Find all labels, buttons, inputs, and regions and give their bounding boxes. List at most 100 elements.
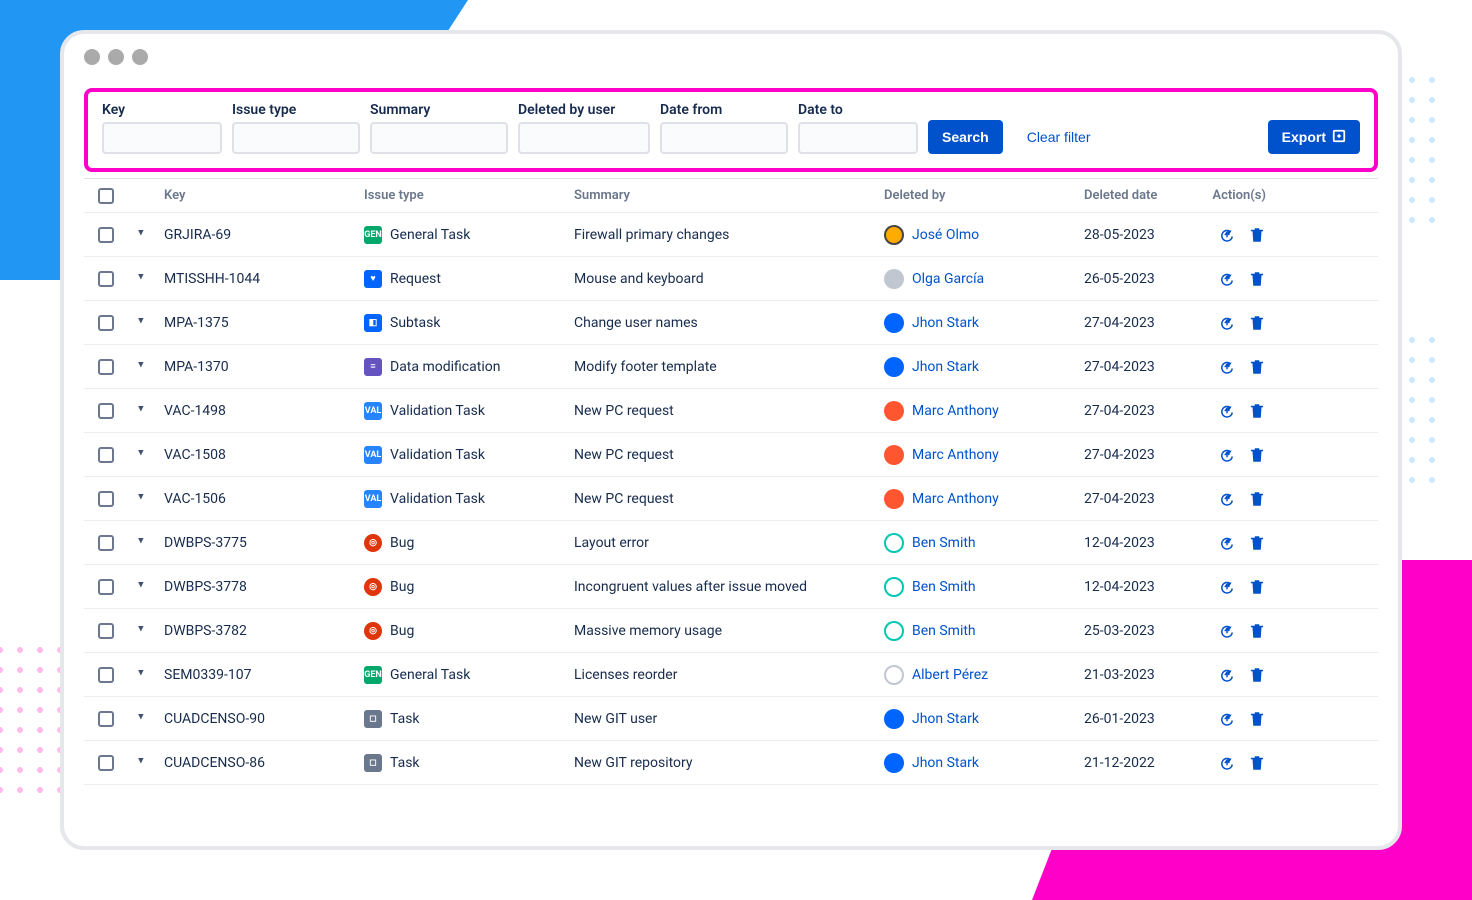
search-button[interactable]: Search — [928, 120, 1003, 154]
restore-icon[interactable] — [1218, 622, 1236, 640]
filter-datefrom-input[interactable] — [660, 122, 788, 154]
restore-icon[interactable] — [1218, 314, 1236, 332]
cell-summary: New GIT user — [574, 711, 884, 727]
export-button[interactable]: Export — [1268, 120, 1360, 154]
user-link[interactable]: Jhon Stark — [912, 315, 979, 331]
row-checkbox[interactable] — [98, 755, 114, 771]
expand-icon[interactable] — [140, 582, 150, 592]
avatar — [884, 665, 904, 685]
user-link[interactable]: Ben Smith — [912, 623, 976, 639]
close-icon[interactable] — [84, 49, 100, 65]
row-checkbox[interactable] — [98, 711, 114, 727]
trash-icon[interactable] — [1248, 226, 1266, 244]
cell-deleted-date: 12-04-2023 — [1084, 579, 1194, 595]
trash-icon[interactable] — [1248, 622, 1266, 640]
cell-deleted-by: José Olmo — [884, 225, 1084, 245]
table-row: VAC-1508 VAL Validation Task New PC requ… — [84, 433, 1378, 477]
expand-icon[interactable] — [140, 538, 150, 548]
user-link[interactable]: Ben Smith — [912, 535, 976, 551]
user-link[interactable]: Olga García — [912, 271, 984, 287]
row-checkbox[interactable] — [98, 271, 114, 287]
restore-icon[interactable] — [1218, 754, 1236, 772]
restore-icon[interactable] — [1218, 226, 1236, 244]
filter-key-input[interactable] — [102, 122, 222, 154]
trash-icon[interactable] — [1248, 578, 1266, 596]
cell-summary: Incongruent values after issue moved — [574, 579, 884, 595]
filter-deletedby-input[interactable] — [518, 122, 650, 154]
trash-icon[interactable] — [1248, 314, 1266, 332]
restore-icon[interactable] — [1218, 710, 1236, 728]
restore-icon[interactable] — [1218, 578, 1236, 596]
issuetype-icon: ≡ — [364, 358, 382, 376]
trash-icon[interactable] — [1248, 358, 1266, 376]
restore-icon[interactable] — [1218, 534, 1236, 552]
row-checkbox[interactable] — [98, 667, 114, 683]
select-all-checkbox[interactable] — [98, 188, 114, 204]
issuetype-label: Bug — [390, 579, 414, 595]
cell-summary: New PC request — [574, 447, 884, 463]
expand-icon[interactable] — [140, 670, 150, 680]
restore-icon[interactable] — [1218, 490, 1236, 508]
user-link[interactable]: Jhon Stark — [912, 359, 979, 375]
browser-titlebar — [64, 34, 1398, 80]
user-link[interactable]: Jhon Stark — [912, 711, 979, 727]
restore-icon[interactable] — [1218, 358, 1236, 376]
trash-icon[interactable] — [1248, 710, 1266, 728]
expand-icon[interactable] — [140, 758, 150, 768]
row-checkbox[interactable] — [98, 359, 114, 375]
expand-icon[interactable] — [140, 494, 150, 504]
restore-icon[interactable] — [1218, 270, 1236, 288]
user-link[interactable]: José Olmo — [912, 227, 979, 243]
user-link[interactable]: Jhon Stark — [912, 755, 979, 771]
user-link[interactable]: Albert Pérez — [912, 667, 988, 683]
expand-icon[interactable] — [140, 274, 150, 284]
row-checkbox[interactable] — [98, 579, 114, 595]
row-checkbox[interactable] — [98, 623, 114, 639]
cell-issuetype: ◻ Task — [364, 754, 574, 772]
filter-summary-input[interactable] — [370, 122, 508, 154]
avatar — [884, 269, 904, 289]
trash-icon[interactable] — [1248, 490, 1266, 508]
clear-filter-label: Clear filter — [1027, 129, 1091, 145]
cell-issuetype: ◎ Bug — [364, 578, 574, 596]
user-link[interactable]: Ben Smith — [912, 579, 976, 595]
clear-filter-button[interactable]: Clear filter — [1013, 120, 1105, 154]
row-checkbox[interactable] — [98, 315, 114, 331]
user-link[interactable]: Marc Anthony — [912, 403, 999, 419]
row-checkbox[interactable] — [98, 403, 114, 419]
row-checkbox[interactable] — [98, 447, 114, 463]
expand-icon[interactable] — [140, 362, 150, 372]
cell-summary: New PC request — [574, 403, 884, 419]
cell-issuetype: ♥ Request — [364, 270, 574, 288]
expand-icon[interactable] — [140, 626, 150, 636]
minimize-icon[interactable] — [108, 49, 124, 65]
row-checkbox[interactable] — [98, 227, 114, 243]
trash-icon[interactable] — [1248, 534, 1266, 552]
cell-deleted-date: 25-03-2023 — [1084, 623, 1194, 639]
expand-icon[interactable] — [140, 406, 150, 416]
user-link[interactable]: Marc Anthony — [912, 491, 999, 507]
restore-icon[interactable] — [1218, 666, 1236, 684]
filter-dateto-input[interactable] — [798, 122, 918, 154]
row-checkbox[interactable] — [98, 491, 114, 507]
filter-issuetype-input[interactable] — [232, 122, 360, 154]
user-link[interactable]: Marc Anthony — [912, 447, 999, 463]
restore-icon[interactable] — [1218, 402, 1236, 420]
expand-icon[interactable] — [140, 230, 150, 240]
expand-icon[interactable] — [140, 318, 150, 328]
restore-icon[interactable] — [1218, 446, 1236, 464]
trash-icon[interactable] — [1248, 270, 1266, 288]
row-checkbox[interactable] — [98, 535, 114, 551]
cell-summary: Modify footer template — [574, 359, 884, 375]
col-issuetype: Issue type — [364, 188, 574, 203]
trash-icon[interactable] — [1248, 666, 1266, 684]
table-row: SEM0339-107 GEN General Task Licenses re… — [84, 653, 1378, 697]
trash-icon[interactable] — [1248, 402, 1266, 420]
expand-icon[interactable] — [140, 714, 150, 724]
cell-key: DWBPS-3782 — [164, 623, 364, 639]
table-row: DWBPS-3782 ◎ Bug Massive memory usage Be… — [84, 609, 1378, 653]
maximize-icon[interactable] — [132, 49, 148, 65]
trash-icon[interactable] — [1248, 446, 1266, 464]
expand-icon[interactable] — [140, 450, 150, 460]
trash-icon[interactable] — [1248, 754, 1266, 772]
